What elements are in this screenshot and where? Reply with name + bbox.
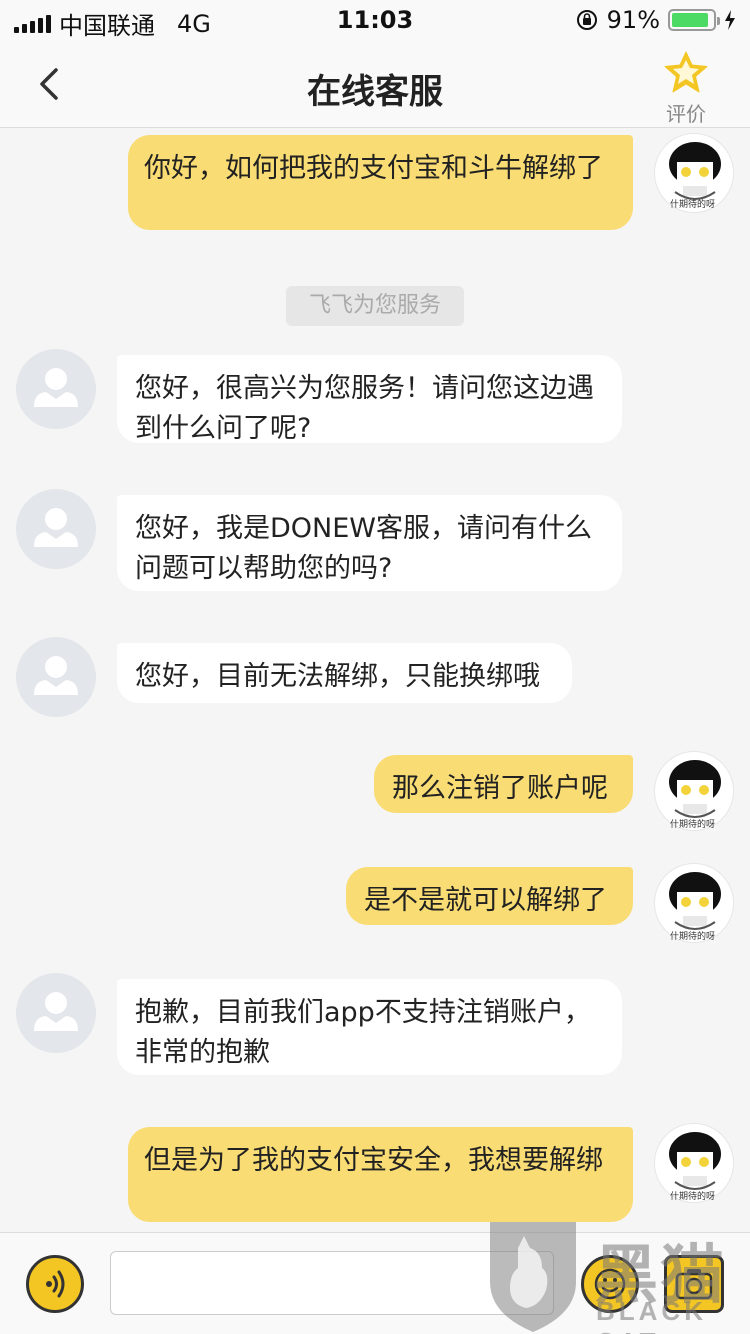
agent-avatar[interactable] — [16, 973, 96, 1053]
avatar-caption: 什期待的呀 — [670, 820, 716, 830]
message-text: 但是为了我的支付宝安全，我想要解绑 — [144, 1145, 603, 1176]
message-bubble-me[interactable]: 你好，如何把我的支付宝和斗牛解绑了 — [128, 135, 633, 230]
voice-button[interactable] — [26, 1255, 84, 1313]
agent-avatar[interactable] — [16, 489, 96, 569]
avatar-caption: 什期待的呀 — [670, 200, 716, 210]
chat-area[interactable]: 你好，如何把我的支付宝和斗牛解绑了 什期待的呀 飞飞为您服务 您好，很高兴为您服… — [0, 129, 750, 1232]
message-bubble-agent[interactable]: 您好，很高兴为您服务！请问您这边遇到什么问了呢? — [117, 355, 622, 444]
voice-icon — [46, 1270, 65, 1298]
person-icon — [34, 992, 78, 1031]
rate-button[interactable]: 评价 — [658, 50, 714, 127]
message-text: 那么注销了账户呢 — [392, 773, 608, 804]
battery-percent: 91% — [606, 6, 660, 34]
message-text: 抱歉，目前我们app不支持注销账户，非常的抱歉 — [135, 997, 591, 1068]
message-bubble-agent[interactable]: 您好，目前无法解绑，只能换绑哦 — [117, 643, 572, 703]
status-bar: 中国联通 4G 11:03 91% — [0, 0, 750, 40]
page-title: 在线客服 — [307, 72, 443, 112]
message-text: 您好，我是DONEW客服，请问有什么问题可以帮助您的吗? — [135, 513, 592, 584]
avatar-caption: 什期待的呀 — [670, 932, 716, 942]
agent-avatar[interactable] — [16, 349, 96, 429]
message-bubble-me[interactable]: 那么注销了账户呢 — [374, 755, 633, 813]
battery-icon — [668, 9, 720, 31]
rate-label: 评价 — [666, 102, 706, 126]
person-icon — [34, 656, 78, 695]
watermark-en: BLACK CAT — [596, 1296, 707, 1334]
nav-bar: 在线客服 评价 — [0, 40, 750, 128]
message-bubble-me[interactable]: 但是为了我的支付宝安全，我想要解绑 — [128, 1127, 633, 1222]
message-bubble-agent[interactable]: 抱歉，目前我们app不支持注销账户，非常的抱歉 — [117, 979, 622, 1075]
star-icon — [664, 51, 708, 93]
message-text: 您好，目前无法解绑，只能换绑哦 — [135, 661, 540, 692]
message-input[interactable] — [110, 1251, 554, 1315]
status-right: 91% — [575, 6, 736, 34]
message-bubble-me[interactable]: 是不是就可以解绑了 — [346, 867, 633, 925]
charging-icon — [725, 10, 735, 30]
system-tip: 飞飞为您服务 — [286, 286, 464, 326]
message-text: 是不是就可以解绑了 — [364, 885, 607, 916]
message-bubble-agent[interactable]: 您好，我是DONEW客服，请问有什么问题可以帮助您的吗? — [117, 495, 622, 591]
message-text: 你好，如何把我的支付宝和斗牛解绑了 — [144, 153, 603, 184]
avatar-caption: 什期待的呀 — [670, 1192, 716, 1202]
orientation-lock-icon — [576, 10, 597, 30]
agent-avatar[interactable] — [16, 637, 96, 717]
person-icon — [34, 508, 78, 547]
battery-level-fill — [672, 13, 709, 27]
message-text: 您好，很高兴为您服务！请问您这边遇到什么问了呢? — [135, 373, 594, 444]
person-icon — [34, 368, 78, 407]
